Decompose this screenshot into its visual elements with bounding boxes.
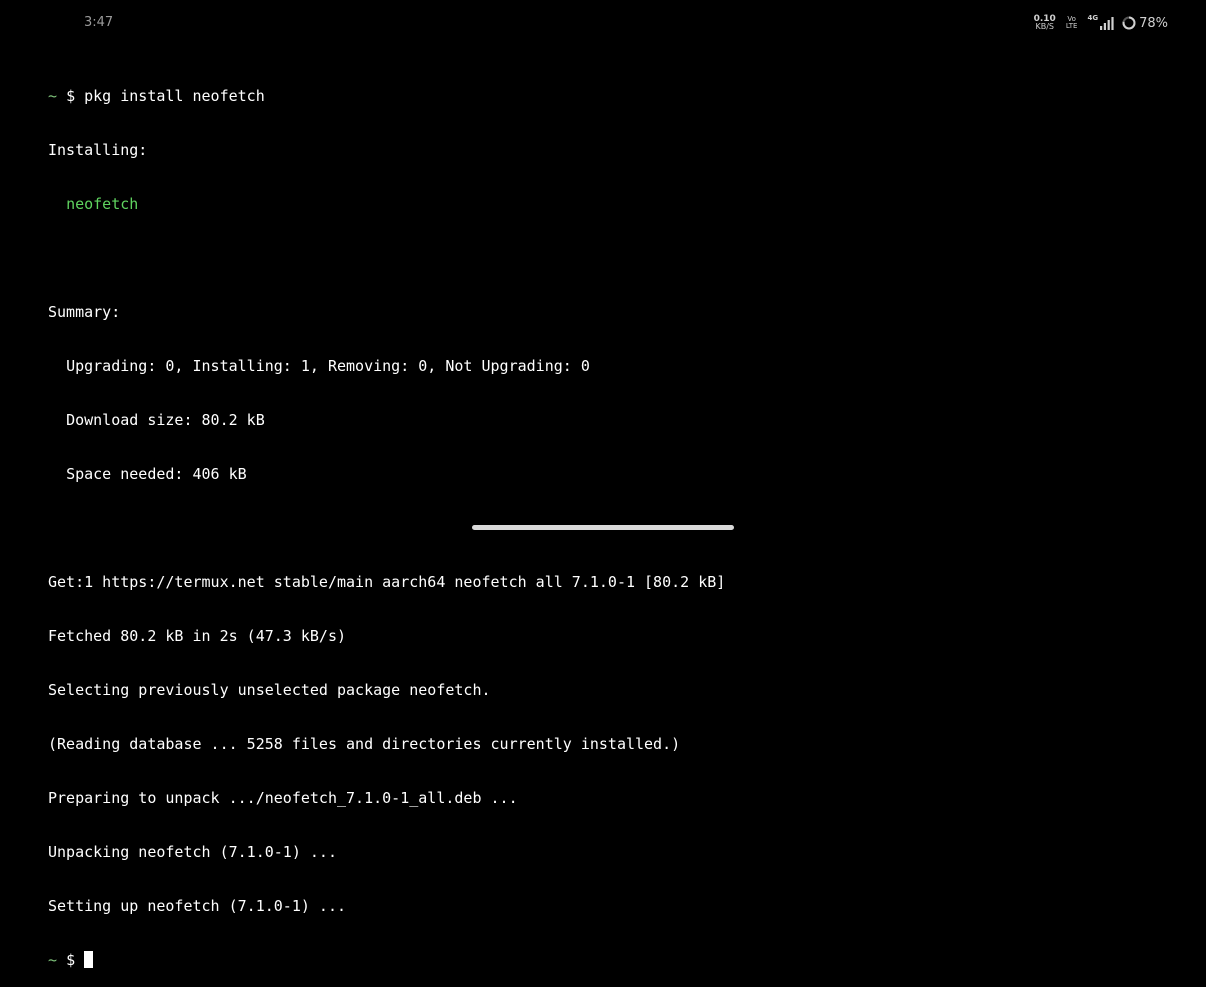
prompt-tilde: ~ xyxy=(48,87,58,105)
text-cursor xyxy=(84,951,94,968)
output-line: Get:1 https://termux.net stable/main aar… xyxy=(48,573,726,591)
typed-command: pkg install neofetch xyxy=(84,87,265,105)
output-line: Selecting previously unselected package … xyxy=(48,681,491,699)
installing-package: neofetch xyxy=(66,195,139,213)
current-prompt-line[interactable]: ~ $ xyxy=(48,951,725,969)
command-line: ~ $ pkg install neofetch xyxy=(48,87,725,105)
output-line: Preparing to unpack .../neofetch_7.1.0-1… xyxy=(48,789,518,807)
installing-header: Installing: xyxy=(48,141,148,159)
output-line: (Reading database ... 5258 files and dir… xyxy=(48,735,681,753)
summary-line-text: Download size: 80.2 kB xyxy=(66,411,265,429)
home-indicator-bar[interactable] xyxy=(472,525,734,530)
network-speed: 0.10 KB/S xyxy=(1034,15,1056,31)
network-speed-unit: KB/S xyxy=(1035,22,1054,31)
summary-line-text: Upgrading: 0, Installing: 1, Removing: 0… xyxy=(66,357,590,375)
battery-percent: 78% xyxy=(1139,15,1168,31)
battery-ring-icon xyxy=(1122,16,1136,30)
installing-package-line: neofetch xyxy=(48,195,725,213)
terminal-output[interactable]: ~ $ pkg install neofetch Installing: neo… xyxy=(48,51,725,987)
output-line: Fetched 80.2 kB in 2s (47.3 kB/s) xyxy=(48,627,347,645)
network-type-label: 4G xyxy=(1087,14,1099,22)
signal-bars-icon xyxy=(1100,16,1114,30)
prompt-dollar: $ xyxy=(66,951,76,969)
summary-header: Summary: xyxy=(48,303,121,321)
output-line: Unpacking neofetch (7.1.0-1) ... xyxy=(48,843,337,861)
summary-line-text: Space needed: 406 kB xyxy=(66,465,247,483)
summary-line: Download size: 80.2 kB xyxy=(48,411,725,429)
volte-bottom: LTE xyxy=(1065,22,1078,30)
output-line: Setting up neofetch (7.1.0-1) ... xyxy=(48,897,347,915)
prompt-dollar: $ xyxy=(66,87,76,105)
status-bar: 3:47 0.10 KB/S Vo LTE 4G 78% xyxy=(0,0,1206,44)
summary-line: Space needed: 406 kB xyxy=(48,465,725,483)
summary-line: Upgrading: 0, Installing: 1, Removing: 0… xyxy=(48,357,725,375)
status-time: 3:47 xyxy=(84,15,114,30)
status-indicators: 0.10 KB/S Vo LTE 4G 78% xyxy=(1034,12,1168,34)
prompt-tilde: ~ xyxy=(48,951,58,969)
volte-icon: Vo LTE xyxy=(1066,16,1078,30)
